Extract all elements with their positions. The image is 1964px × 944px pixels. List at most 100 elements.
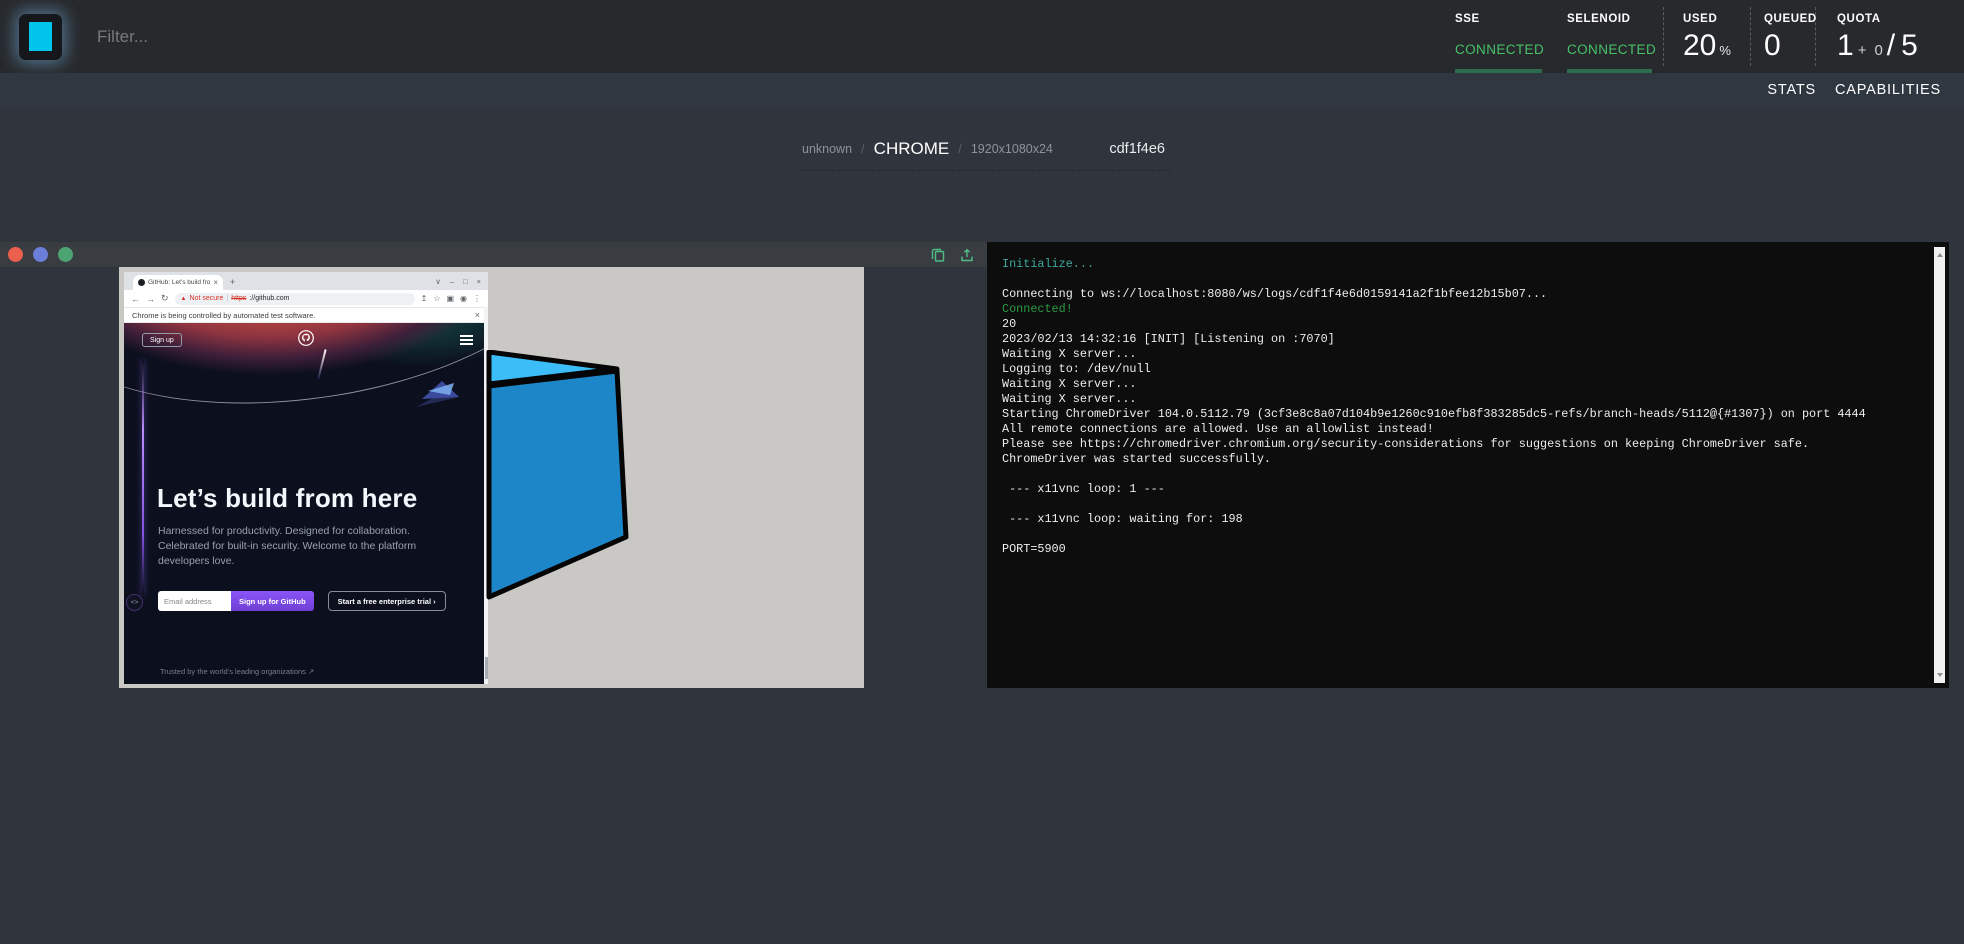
selenoid-status: SELENOID CONNECTED (1567, 0, 1663, 73)
log-line: Initialize... (1002, 257, 1919, 272)
infobar-text: Chrome is being controlled by automated … (132, 311, 315, 320)
log-line (1002, 527, 1919, 542)
bookmark-star-icon[interactable]: ☆ (433, 294, 440, 303)
session-separator: / (861, 141, 865, 156)
quota-label: QUOTA (1837, 13, 1936, 25)
github-logo-icon[interactable] (297, 329, 315, 347)
blue-cube-graphic (483, 350, 635, 610)
log-line: 2023/02/13 14:32:16 [INIT] [Listening on… (1002, 332, 1919, 347)
sse-label: SSE (1455, 13, 1567, 25)
spaceship-illustration (414, 375, 460, 415)
github-signup-button[interactable]: Sign up (142, 333, 182, 347)
log-line: Please see https://chromedriver.chromium… (1002, 437, 1919, 452)
selenoid-ui-app: SSE CONNECTED SELENOID CONNECTED USED 20… (0, 0, 1964, 944)
tab-close-icon[interactable]: × (213, 278, 218, 287)
maximize-icon[interactable]: □ (463, 277, 468, 286)
log-line: PORT=5900 (1002, 542, 1919, 557)
quota-total: 5 (1901, 29, 1918, 63)
forward-icon[interactable]: → (146, 294, 155, 304)
status-bar: SSE CONNECTED SELENOID CONNECTED USED 20… (1455, 0, 1936, 73)
not-secure-label: Not secure (190, 295, 224, 302)
quota-pending: 0 (1874, 42, 1882, 59)
kebab-menu-icon[interactable]: ⋮ (473, 294, 481, 303)
trusted-link[interactable]: Trusted by the world’s leading organizat… (160, 667, 314, 676)
app-logo-icon[interactable] (19, 14, 62, 60)
browser-tab[interactable]: GitHub: Let’s build from he... × (133, 275, 223, 290)
used-metric: USED 20 % (1664, 0, 1750, 73)
minimize-icon[interactable]: – (450, 277, 454, 286)
session-row[interactable]: unknown / CHROME / 1920x1080x24 cdf1f4e6 (802, 127, 1170, 171)
enterprise-trial-button[interactable]: Start a free enterprise trial › (328, 591, 446, 611)
log-line: Waiting X server... (1002, 377, 1919, 392)
tab-title: GitHub: Let’s build from he... (148, 279, 210, 286)
session-resolution: 1920x1080x24 (971, 142, 1053, 156)
email-field[interactable] (158, 591, 231, 611)
log-line: Waiting X server... (1002, 347, 1919, 362)
browser-addressbar: ← → ↻ ▲ Not secure | https ://github.com… (124, 290, 488, 307)
close-traffic-light[interactable] (8, 247, 23, 262)
log-line: All remote connections are allowed. Use … (1002, 422, 1919, 437)
log-line: 20 (1002, 317, 1919, 332)
session-log-panel: Initialize... Connecting to ws://localho… (987, 242, 1949, 688)
tab-grid-icon[interactable]: ▣ (446, 294, 454, 303)
quota-metric: QUOTA 1 + 0 / 5 (1816, 0, 1936, 73)
tab-capabilities[interactable]: CAPABILITIES (1835, 82, 1941, 98)
share-upload-icon[interactable] (959, 247, 975, 263)
top-bar: SSE CONNECTED SELENOID CONNECTED USED 20… (0, 0, 1964, 73)
sse-status: SSE CONNECTED (1455, 0, 1567, 73)
reload-icon[interactable]: ↻ (161, 293, 169, 304)
queued-label: QUEUED (1764, 13, 1815, 25)
url-scheme: https (231, 295, 246, 302)
log-line (1002, 467, 1919, 482)
caret-down-icon[interactable]: ∨ (435, 277, 441, 286)
session-browser: CHROME (874, 139, 950, 159)
security-warning-icon: ▲ (181, 296, 187, 302)
selenoid-label: SELENOID (1567, 13, 1663, 25)
back-icon[interactable]: ← (131, 294, 140, 304)
signup-github-button[interactable]: Sign up for GitHub (231, 591, 314, 611)
copy-icon[interactable] (930, 247, 946, 263)
used-unit: % (1719, 43, 1731, 58)
addressbar-actions: ↥ ☆ ▣ ◉ ⋮ (421, 294, 481, 303)
log-line: Waiting X server... (1002, 392, 1919, 407)
fullscreen-traffic-light[interactable] (58, 247, 73, 262)
share-icon[interactable]: ↥ (421, 294, 428, 303)
code-bracket-icon: <> (126, 594, 143, 611)
url-host: ://github.com (249, 295, 289, 302)
log-line: --- x11vnc loop: waiting for: 198 (1002, 512, 1919, 527)
profile-icon[interactable]: ◉ (460, 294, 467, 303)
app-logo-inner (29, 22, 52, 51)
selenoid-value: CONNECTED (1567, 42, 1663, 57)
window-controls: ∨ – □ × (435, 277, 481, 286)
quota-divider: / (1887, 29, 1895, 63)
used-label: USED (1683, 13, 1750, 25)
queued-metric: QUEUED 0 (1751, 0, 1815, 73)
scroll-up-arrow-icon[interactable] (1937, 253, 1943, 257)
new-tab-icon[interactable]: + (230, 277, 235, 287)
hero-tagline: Harnessed for productivity. Designed for… (158, 524, 463, 568)
automation-infobar: Chrome is being controlled by automated … (124, 307, 488, 323)
url-bar[interactable]: ▲ Not secure | https ://github.com (175, 293, 415, 305)
log-line (1002, 497, 1919, 512)
log-scrollbar[interactable] (1934, 247, 1945, 683)
close-icon[interactable]: × (477, 277, 481, 286)
purple-glow-line (142, 359, 144, 595)
sse-value: CONNECTED (1455, 42, 1567, 57)
scroll-down-arrow-icon[interactable] (1937, 673, 1943, 677)
hamburger-menu-icon[interactable] (460, 335, 473, 345)
browser-scrollbar-thumb[interactable] (485, 657, 488, 679)
log-line: ChromeDriver was started successfully. (1002, 452, 1919, 467)
infobar-close-icon[interactable]: × (475, 310, 480, 320)
log-line: Connected! (1002, 302, 1919, 317)
tab-stats[interactable]: STATS (1767, 82, 1816, 98)
filter-input[interactable] (95, 26, 579, 48)
minimize-traffic-light[interactable] (33, 247, 48, 262)
remote-browser-window: GitHub: Let’s build from he... × + ∨ – □… (124, 272, 488, 684)
github-page: Sign up Let’s build from here Harnessed … (124, 323, 488, 684)
hero-heading: Let’s build from here (157, 483, 417, 514)
session-id: cdf1f4e6 (1109, 141, 1165, 157)
github-favicon (138, 279, 145, 286)
cta-row: Sign up for GitHub Start a free enterpri… (158, 591, 446, 611)
quota-plus: + (1858, 42, 1867, 59)
queued-value: 0 (1764, 29, 1781, 63)
